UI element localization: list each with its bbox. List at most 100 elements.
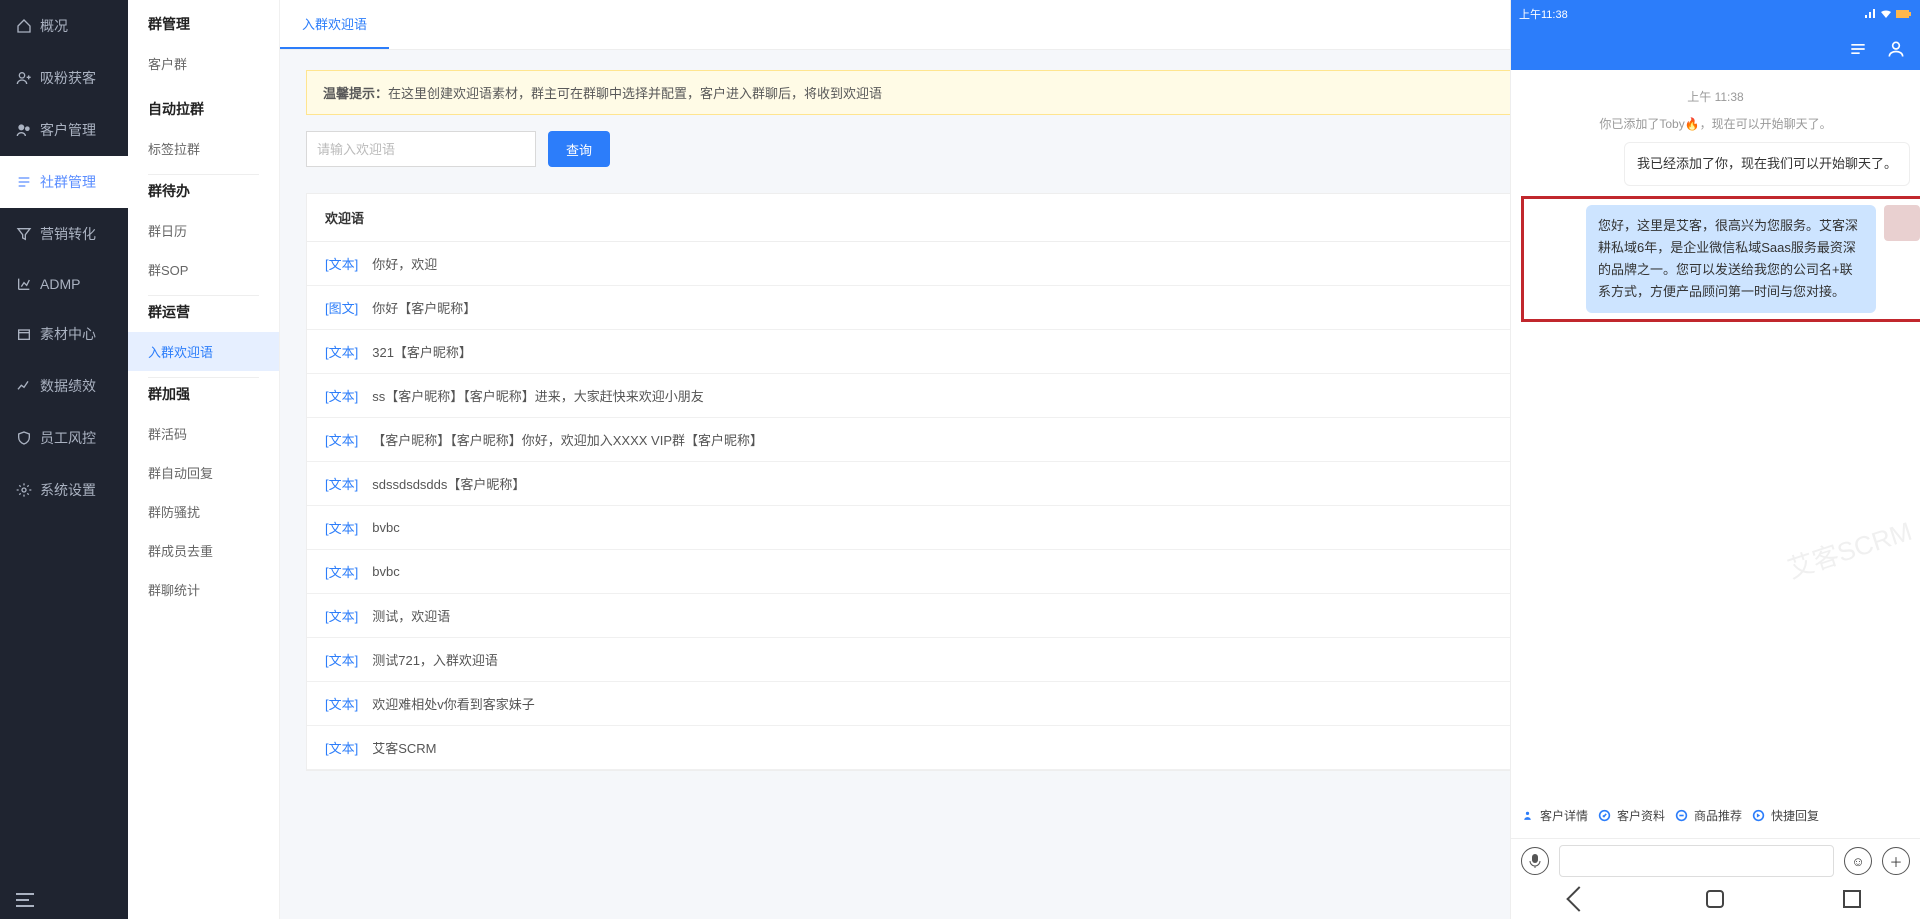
avatar xyxy=(1884,205,1920,241)
sub-calendar[interactable]: 群日历 xyxy=(128,211,279,250)
dashboard-icon xyxy=(16,18,32,34)
trend-icon xyxy=(16,378,32,394)
chat-input[interactable] xyxy=(1559,845,1834,877)
group-title: 自动拉群 xyxy=(128,99,279,129)
voice-button[interactable] xyxy=(1521,847,1549,875)
nav-fans[interactable]: 吸粉获客 xyxy=(0,52,128,104)
row-tag: [文本] xyxy=(325,342,358,361)
row-tag: [文本] xyxy=(325,386,358,405)
users-icon xyxy=(16,122,32,138)
phone-header xyxy=(1511,28,1920,70)
sub-sop[interactable]: 群SOP xyxy=(128,250,279,289)
row-tag: [文本] xyxy=(325,518,358,537)
chat-body: 上午 11:38 你已添加了Toby🔥，现在可以开始聊天了。 我已经添加了你，现… xyxy=(1511,70,1920,797)
collapse-sidebar-button[interactable] xyxy=(0,881,128,919)
chip-customer-detail[interactable]: 客户详情 xyxy=(1519,803,1590,828)
main-area: 入群欢迎语 温馨提示：在这里创建欢迎语素材，群主可在群聊中选择并配置，客户进入群… xyxy=(280,0,1920,919)
signal-icon xyxy=(1864,9,1876,19)
phone-statusbar: 上午11:38 xyxy=(1511,0,1920,28)
nav-community[interactable]: 社群管理 xyxy=(0,156,128,208)
sub-tag-pull[interactable]: 标签拉群 xyxy=(128,129,279,168)
plus-button[interactable]: ＋ xyxy=(1882,847,1910,875)
tip-label: 温馨提示： xyxy=(323,86,388,101)
row-tag: [图文] xyxy=(325,298,358,317)
profile-icon[interactable] xyxy=(1886,39,1906,59)
primary-sidebar: 概况 吸粉获客 客户管理 社群管理 营销转化 ADMP 素材中心 数据绩效 xyxy=(0,0,128,919)
android-home[interactable] xyxy=(1706,890,1724,908)
nav-data[interactable]: 数据绩效 xyxy=(0,360,128,412)
group-title: 群管理 xyxy=(128,14,279,44)
sub-livecode[interactable]: 群活码 xyxy=(128,414,279,453)
sub-dedupe[interactable]: 群成员去重 xyxy=(128,531,279,570)
highlighted-welcome-bubble: 您好，这里是艾客，很高兴为您服务。艾客深耕私域6年，是企业微信私域Saas服务最… xyxy=(1521,196,1920,322)
row-text: 你好【客户昵称】 xyxy=(372,298,476,317)
nav-label: 数据绩效 xyxy=(40,376,96,396)
chip-product[interactable]: 商品推荐 xyxy=(1673,803,1744,828)
sub-welcome[interactable]: 入群欢迎语 xyxy=(128,332,279,371)
row-tag: [文本] xyxy=(325,430,358,449)
emoji-button[interactable]: ☺ xyxy=(1844,847,1872,875)
row-tag: [文本] xyxy=(325,562,358,581)
nav-marketing[interactable]: 营销转化 xyxy=(0,208,128,260)
row-tag: [文本] xyxy=(325,474,358,493)
nav-label: 概况 xyxy=(40,16,68,36)
android-nav xyxy=(1511,879,1920,919)
sub-antispam[interactable]: 群防骚扰 xyxy=(128,492,279,531)
tab-welcome[interactable]: 入群欢迎语 xyxy=(280,0,389,49)
nav-label: 系统设置 xyxy=(40,480,96,500)
sub-stats[interactable]: 群聊统计 xyxy=(128,570,279,609)
tip-text: 在这里创建欢迎语素材，群主可在群聊中选择并配置，客户进入群聊后，将收到欢迎语 xyxy=(388,86,882,101)
nav-label: 素材中心 xyxy=(40,324,96,344)
android-recent[interactable] xyxy=(1843,890,1861,908)
row-text: 艾客SCRM xyxy=(372,738,436,757)
search-input[interactable] xyxy=(306,131,536,167)
nav-label: ADMP xyxy=(40,276,80,292)
sub-customer-group[interactable]: 客户群 xyxy=(128,44,279,83)
shield-icon xyxy=(16,430,32,446)
nav-label: 员工风控 xyxy=(40,428,96,448)
group-title: 群加强 xyxy=(128,384,279,414)
chip-quickreply[interactable]: 快捷回复 xyxy=(1750,803,1821,828)
chip-customer-info[interactable]: 客户资料 xyxy=(1596,803,1667,828)
row-tag: [文本] xyxy=(325,738,358,757)
gear-icon xyxy=(16,482,32,498)
row-text: bvbc xyxy=(372,520,399,535)
community-icon xyxy=(16,174,32,190)
menu-icon[interactable] xyxy=(1848,39,1868,59)
nav-overview[interactable]: 概况 xyxy=(0,0,128,52)
watermark: 艾客SCRM xyxy=(1783,511,1917,586)
detail-icon xyxy=(1521,809,1534,822)
battery-icon xyxy=(1896,9,1912,19)
row-text: sdssdsdsdds【客户昵称】 xyxy=(372,474,525,493)
status-icons xyxy=(1864,9,1912,19)
row-text: 你好，欢迎 xyxy=(372,254,437,273)
nav-label: 客户管理 xyxy=(40,120,96,140)
nav-risk[interactable]: 员工风控 xyxy=(0,412,128,464)
box-icon xyxy=(16,326,32,342)
chat-bubble-user: 我已经添加了你，现在我们可以开始聊天了。 xyxy=(1624,142,1910,186)
android-back[interactable] xyxy=(1566,886,1591,911)
row-text: 【客户昵称】【客户昵称】你好，欢迎加入XXXX VIP群【客户昵称】 xyxy=(372,430,763,449)
secondary-sidebar: 群管理 客户群 自动拉群 标签拉群 群待办 群日历 群SOP 群运营 入群欢迎语… xyxy=(128,0,280,919)
group-title: 群待办 xyxy=(128,181,279,211)
chat-bubble-welcome: 您好，这里是艾客，很高兴为您服务。艾客深耕私域6年，是企业微信私域Saas服务最… xyxy=(1586,205,1876,313)
nav-settings[interactable]: 系统设置 xyxy=(0,464,128,516)
row-tag: [文本] xyxy=(325,606,358,625)
nav-label: 吸粉获客 xyxy=(40,68,96,88)
row-tag: [文本] xyxy=(325,694,358,713)
status-time: 上午11:38 xyxy=(1519,6,1568,22)
wifi-icon xyxy=(1880,9,1892,19)
chat-input-row: ☺ ＋ xyxy=(1511,838,1920,879)
nav-customers[interactable]: 客户管理 xyxy=(0,104,128,156)
nav-admp[interactable]: ADMP xyxy=(0,260,128,308)
user-plus-icon xyxy=(16,70,32,86)
chat-preview: 上午11:38 上午 11:38 你已添加了Toby🔥，现在可以开始聊天了。 我… xyxy=(1510,0,1920,919)
row-text: 321【客户昵称】 xyxy=(372,342,472,361)
sub-autoreply[interactable]: 群自动回复 xyxy=(128,453,279,492)
menu-collapse-icon xyxy=(16,893,34,907)
row-text: 欢迎难相处v你看到客家妹子 xyxy=(372,694,535,713)
search-button[interactable]: 查询 xyxy=(548,131,610,167)
nav-materials[interactable]: 素材中心 xyxy=(0,308,128,360)
row-tag: [文本] xyxy=(325,254,358,273)
row-text: ss【客户昵称】【客户昵称】进来，大家赶快来欢迎小朋友 xyxy=(372,386,704,405)
